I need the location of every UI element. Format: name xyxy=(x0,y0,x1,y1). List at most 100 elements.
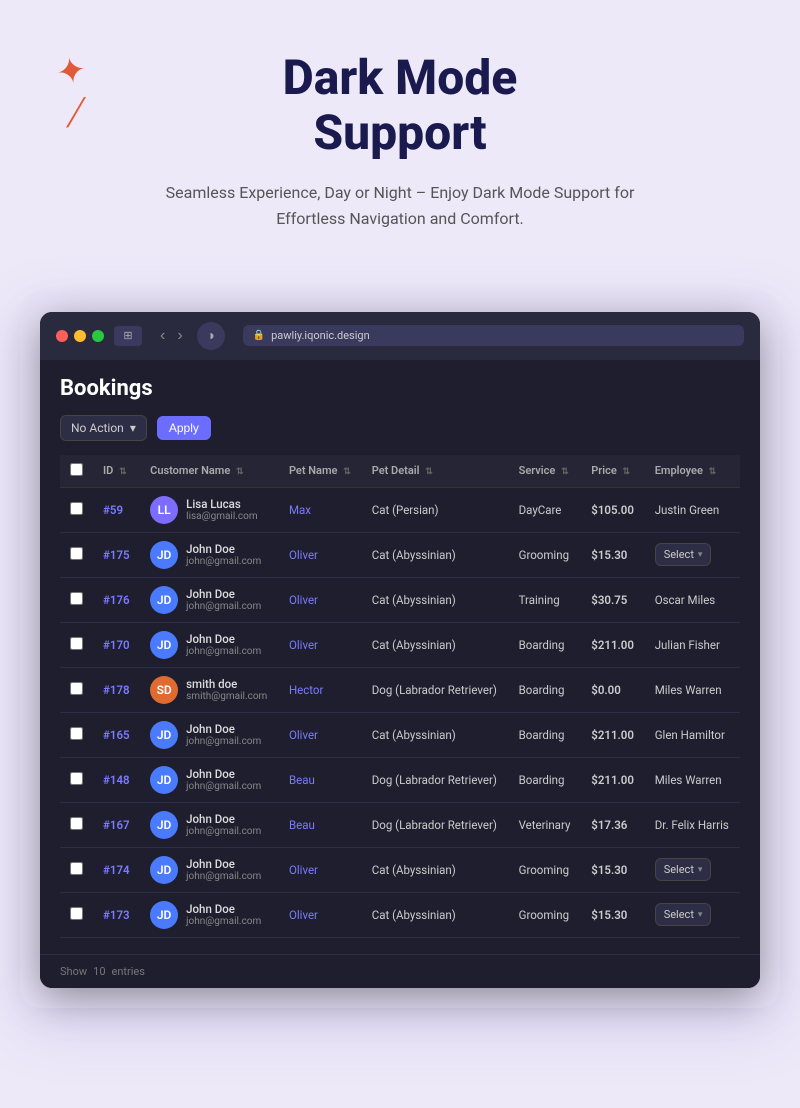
table-row: #165 JD John Doe john@gmail.com Oliver C… xyxy=(60,712,740,757)
dot-green[interactable] xyxy=(92,330,104,342)
cell-customer: SD smith doe smith@gmail.com xyxy=(140,667,279,712)
row-checkbox[interactable] xyxy=(70,862,83,875)
cell-id: #59 xyxy=(93,487,140,532)
employee-name: Miles Warren xyxy=(655,773,722,787)
select-all-checkbox[interactable] xyxy=(70,463,83,476)
cell-pet-name: Oliver xyxy=(279,622,362,667)
action-dropdown[interactable]: No Action ▾ xyxy=(60,415,147,441)
employee-name: Miles Warren xyxy=(655,683,722,697)
row-checkbox[interactable] xyxy=(70,817,83,830)
row-checkbox[interactable] xyxy=(70,547,83,560)
table-row: #59 LL Lisa Lucas lisa@gmail.com Max Cat… xyxy=(60,487,740,532)
row-checkbox-cell xyxy=(60,577,93,622)
cell-pet-detail: Cat (Abyssinian) xyxy=(362,847,509,892)
cell-pet-detail: Cat (Abyssinian) xyxy=(362,577,509,622)
cell-employee: Oscar Miles xyxy=(645,577,740,622)
employee-select-dropdown[interactable]: Select ▾ xyxy=(655,858,712,881)
row-checkbox[interactable] xyxy=(70,502,83,515)
table-row: #170 JD John Doe john@gmail.com Oliver C… xyxy=(60,622,740,667)
customer-email: john@gmail.com xyxy=(186,916,261,927)
customer-name: John Doe xyxy=(186,902,261,916)
employee-select-dropdown[interactable]: Select ▾ xyxy=(655,903,712,926)
pet-name: Oliver xyxy=(289,638,318,652)
avatar: SD xyxy=(150,676,178,704)
cell-pet-detail: Cat (Abyssinian) xyxy=(362,622,509,667)
cell-id: #173 xyxy=(93,892,140,937)
avatar: JD xyxy=(150,811,178,839)
row-checkbox[interactable] xyxy=(70,907,83,920)
employee-name: Julian Fisher xyxy=(655,638,720,652)
theme-toggle-button[interactable]: ◑ xyxy=(197,322,225,350)
price: $105.00 xyxy=(591,503,634,517)
sort-icon-employee: ⇅ xyxy=(709,467,717,477)
customer-info: John Doe john@gmail.com xyxy=(186,722,261,747)
row-checkbox[interactable] xyxy=(70,592,83,605)
col-customer: Customer Name ⇅ xyxy=(140,455,279,488)
apply-button[interactable]: Apply xyxy=(157,416,211,440)
price: $211.00 xyxy=(591,638,634,652)
col-id: ID ⇅ xyxy=(93,455,140,488)
cell-service: Boarding xyxy=(509,667,582,712)
pet-detail: Cat (Abyssinian) xyxy=(372,593,456,607)
browser-nav: ‹ › xyxy=(156,327,187,345)
row-checkbox-cell xyxy=(60,757,93,802)
cell-service: Grooming xyxy=(509,532,582,577)
forward-button[interactable]: › xyxy=(173,327,186,345)
dot-yellow[interactable] xyxy=(74,330,86,342)
toolbar: No Action ▾ Apply xyxy=(60,415,740,441)
cell-id: #176 xyxy=(93,577,140,622)
customer-email: john@gmail.com xyxy=(186,556,261,567)
service-name: Boarding xyxy=(519,638,565,652)
cell-employee: Julian Fisher xyxy=(645,622,740,667)
customer-email: lisa@gmail.com xyxy=(186,511,257,522)
employee-select-dropdown[interactable]: Select ▾ xyxy=(655,543,712,566)
cell-pet-name: Oliver xyxy=(279,892,362,937)
bookings-title: Bookings xyxy=(60,376,740,401)
select-arrow-icon: ▾ xyxy=(698,865,703,875)
url-bar[interactable]: 🔒 pawliy.iqonic.design xyxy=(243,325,744,346)
price: $17.36 xyxy=(591,818,627,832)
cell-pet-name: Oliver xyxy=(279,532,362,577)
sidebar-toggle-icon[interactable]: ⊞ xyxy=(114,326,142,346)
cell-employee: Dr. Felix Harris xyxy=(645,802,740,847)
table-row: #173 JD John Doe john@gmail.com Oliver C… xyxy=(60,892,740,937)
bookings-area: Bookings No Action ▾ Apply ID ⇅ Customer… xyxy=(40,360,760,954)
service-name: DayCare xyxy=(519,503,562,517)
cell-pet-detail: Dog (Labrador Retriever) xyxy=(362,667,509,712)
row-checkbox[interactable] xyxy=(70,637,83,650)
pet-name: Hector xyxy=(289,683,323,697)
row-checkbox[interactable] xyxy=(70,682,83,695)
avatar: JD xyxy=(150,541,178,569)
customer-name: John Doe xyxy=(186,857,261,871)
row-checkbox[interactable] xyxy=(70,727,83,740)
customer-info: John Doe john@gmail.com xyxy=(186,812,261,837)
row-checkbox[interactable] xyxy=(70,772,83,785)
avatar: JD xyxy=(150,901,178,929)
dot-red[interactable] xyxy=(56,330,68,342)
pet-detail: Cat (Abyssinian) xyxy=(372,908,456,922)
customer-name: smith doe xyxy=(186,677,267,691)
select-label: Select xyxy=(664,548,694,561)
cell-employee: Select ▾ xyxy=(645,847,740,892)
cell-id: #165 xyxy=(93,712,140,757)
pet-detail: Dog (Labrador Retriever) xyxy=(372,773,497,787)
cell-id: #178 xyxy=(93,667,140,712)
service-name: Boarding xyxy=(519,728,565,742)
footer-bar: Show 10 entries xyxy=(40,954,760,988)
customer-name: John Doe xyxy=(186,542,261,556)
customer-info: John Doe john@gmail.com xyxy=(186,542,261,567)
pet-name: Beau xyxy=(289,773,315,787)
booking-id: #176 xyxy=(103,593,130,607)
pet-name: Oliver xyxy=(289,728,318,742)
back-button[interactable]: ‹ xyxy=(156,327,169,345)
service-name: Grooming xyxy=(519,908,569,922)
row-checkbox-cell xyxy=(60,667,93,712)
customer-cell: LL Lisa Lucas lisa@gmail.com xyxy=(150,496,269,524)
page-header: ✦⟋ Dark Mode Support Seamless Experience… xyxy=(0,0,800,262)
customer-email: john@gmail.com xyxy=(186,736,261,747)
cell-price: $17.36 xyxy=(581,802,644,847)
table-row: #167 JD John Doe john@gmail.com Beau Dog… xyxy=(60,802,740,847)
cell-service: Boarding xyxy=(509,712,582,757)
cell-customer: JD John Doe john@gmail.com xyxy=(140,802,279,847)
cell-service: Boarding xyxy=(509,757,582,802)
